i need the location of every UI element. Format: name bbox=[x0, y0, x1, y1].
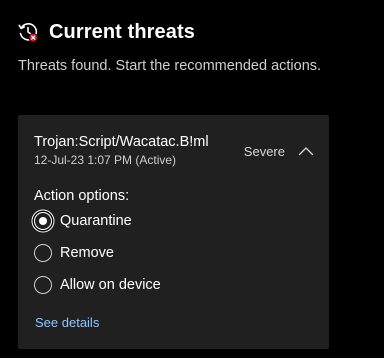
page-header: Current threats bbox=[17, 20, 195, 44]
page-title: Current threats bbox=[49, 21, 195, 43]
threats-page: Current threats Threats found. Start the… bbox=[0, 0, 384, 358]
option-label: Allow on device bbox=[60, 277, 161, 293]
threat-card: Trojan:Script/Wacatac.B!ml 12-Jul-23 1:0… bbox=[18, 115, 329, 349]
threat-name: Trojan:Script/Wacatac.B!ml bbox=[34, 134, 209, 150]
radio-button[interactable] bbox=[34, 276, 52, 294]
action-options-label: Action options: bbox=[34, 188, 130, 204]
radio-button-selected[interactable] bbox=[34, 212, 52, 230]
option-quarantine[interactable]: Quarantine bbox=[34, 212, 132, 230]
chevron-up-icon[interactable] bbox=[298, 144, 314, 158]
option-remove[interactable]: Remove bbox=[34, 244, 114, 262]
threat-detected-time: 12-Jul-23 1:07 PM (Active) bbox=[34, 153, 177, 167]
severity-badge: Severe bbox=[243, 144, 285, 159]
option-label: Remove bbox=[60, 245, 114, 261]
radio-button[interactable] bbox=[34, 244, 52, 262]
see-details-link[interactable]: See details bbox=[35, 315, 99, 331]
option-label: Quarantine bbox=[60, 213, 132, 229]
page-subtitle: Threats found. Start the recommended act… bbox=[18, 58, 322, 74]
option-allow-on-device[interactable]: Allow on device bbox=[34, 276, 161, 294]
threat-history-icon bbox=[17, 21, 39, 43]
